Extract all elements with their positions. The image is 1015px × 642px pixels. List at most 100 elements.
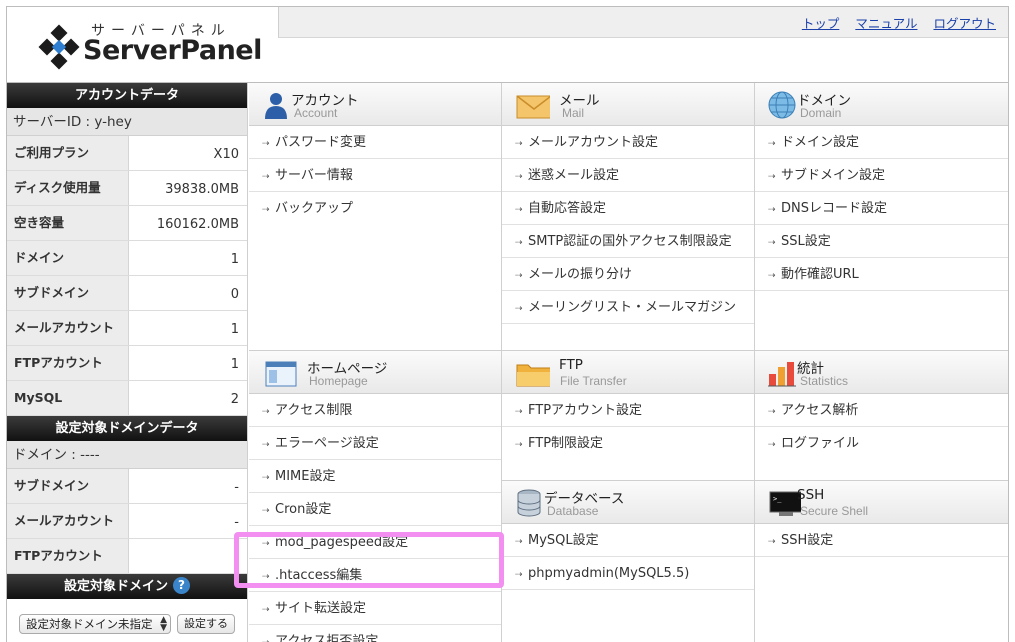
menu-item-label: サブドメイン設定 [781, 168, 886, 183]
arrow-icon: ⇢ [515, 304, 523, 314]
menu-item-label: SMTP認証の国外アクセス制限設定 [528, 234, 732, 249]
section-title: SSH [797, 487, 825, 503]
menu-item-auto-reply[interactable]: ⇢ 自動応答設定 [502, 192, 754, 225]
menu-item-label: バックアップ [275, 201, 354, 216]
arrow-icon: ⇢ [768, 139, 776, 149]
arrow-icon: ⇢ [262, 407, 270, 417]
arrow-icon: ⇢ [768, 172, 776, 182]
row-value: - [234, 550, 239, 565]
target-domain-header: 設定対象ドメイン? [7, 574, 247, 599]
menu-item-mail-account[interactable]: ⇢ メールアカウント設定 [502, 126, 754, 159]
row-label: サブドメイン [7, 276, 129, 310]
arrow-icon: ⇢ [515, 139, 523, 149]
globe-icon [768, 91, 796, 119]
menu-item-ftp-restriction[interactable]: ⇢ FTP制限設定 [502, 427, 754, 460]
menu-item-backup[interactable]: ⇢ バックアップ [249, 192, 501, 225]
window-icon [265, 361, 297, 387]
section-domain-header: ドメイン Domain [755, 83, 1008, 126]
arrow-icon: ⇢ [768, 205, 776, 215]
menu-item-subdomain-settings[interactable]: ⇢ サブドメイン設定 [755, 159, 1008, 192]
section-subtitle: Secure Shell [800, 504, 869, 518]
logo-brand: ServerPanel [83, 35, 262, 66]
row-label: メールアカウント [7, 311, 129, 345]
menu-item-domain-settings[interactable]: ⇢ ドメイン設定 [755, 126, 1008, 159]
row-value: 2 [230, 392, 239, 407]
top-links: トップ マニュアル ログアウト [802, 13, 996, 32]
set-domain-button[interactable]: 設定する [177, 614, 235, 634]
menu-item-access-deny[interactable]: ⇢アクセス拒否設定 [249, 625, 501, 642]
menu-item-spam[interactable]: ⇢ 迷惑メール設定 [502, 159, 754, 192]
menu-item-label: アクセス制限 [275, 403, 353, 418]
section-subtitle: File Transfer [560, 374, 627, 388]
account-row-domain: ドメイン 1 [7, 241, 247, 276]
menu-item-server-info[interactable]: ⇢ サーバー情報 [249, 159, 501, 192]
menu-item-ftp-account[interactable]: ⇢ FTPアカウント設定 [502, 394, 754, 427]
menu-item-label: アクセス拒否設定 [275, 634, 379, 642]
database-icon [517, 489, 541, 517]
section-subtitle: Account [294, 106, 338, 120]
menu-item-phpmyadmin[interactable]: ⇢ phpmyadmin(MySQL5.5) [502, 557, 754, 590]
top-link-home[interactable]: トップ [802, 13, 840, 32]
row-label: ドメイン [7, 241, 129, 275]
arrow-icon: ⇢ [768, 238, 776, 248]
section-homepage: ホームページ Homepage ⇢ アクセス制限 ⇢ エラーページ設定 ⇢ MIME設… [249, 350, 502, 642]
menu-item-label: SSH設定 [781, 533, 834, 548]
menu-item-ssh-settings[interactable]: ⇢ SSH設定 [755, 524, 1008, 557]
row-value: - [234, 515, 239, 530]
menu-item-label: 自動応答設定 [528, 201, 607, 216]
menu-item-log-file[interactable]: ⇢ ログファイル [755, 427, 1008, 460]
menu-item-mysql-settings[interactable]: ⇢ MySQL設定 [502, 524, 754, 557]
arrow-icon: ⇢ [515, 172, 523, 182]
menu-item-mail-filter[interactable]: ⇢ メールの振り分け [502, 258, 754, 291]
menu-item-test-url[interactable]: ⇢ 動作確認URL [755, 258, 1008, 291]
target-domain-title: 設定対象ドメイン [63, 579, 168, 594]
menu-item-password-change[interactable]: ⇢ パスワード変更 [249, 126, 501, 159]
menu-item-ssl[interactable]: ⇢ SSL設定 [755, 225, 1008, 258]
section-database: データベース Database ⇢ MySQL設定 ⇢ phpmyadmin(MyS… [502, 480, 755, 642]
menu-item-site-redirect[interactable]: ⇢ サイト転送設定 [249, 592, 501, 625]
target-domain-select[interactable]: 設定対象ドメイン未指定 ▲ ▼ [19, 614, 171, 634]
arrow-icon: ⇢ [768, 407, 776, 417]
row-value: X10 [213, 147, 239, 162]
menu-item-label: ログファイル [781, 436, 860, 451]
menu-item-smtp-restriction[interactable]: ⇢ SMTP認証の国外アクセス制限設定 [502, 225, 754, 258]
section-subtitle: Homepage [309, 374, 368, 388]
menu-item-label: ドメイン設定 [781, 135, 860, 150]
arrow-icon: ⇢ [515, 407, 523, 417]
menu-item-access-analysis[interactable]: ⇢ アクセス解析 [755, 394, 1008, 427]
top-link-manual[interactable]: マニュアル [855, 13, 917, 32]
menu-item-mime[interactable]: ⇢ MIME設定 [249, 460, 501, 493]
row-label: ディスク使用量 [7, 171, 129, 205]
row-label: サブドメイン [7, 469, 129, 503]
row-value: 1 [230, 252, 239, 267]
server-panel-window: サーバーパネル ServerPanel トップ マニュアル ログアウト アカウン… [6, 6, 1009, 642]
arrow-icon: ⇢ [262, 172, 270, 182]
arrow-icon: ⇢ [262, 627, 272, 642]
arrow-icon: ⇢ [515, 205, 523, 215]
menu-item-error-page[interactable]: ⇢ エラーページ設定 [249, 427, 501, 460]
menu-item-mailing-list[interactable]: ⇢ メーリングリスト・メールマガジン [502, 291, 754, 324]
arrow-icon: ⇢ [768, 440, 776, 450]
htaccess-highlight-box [234, 532, 504, 588]
menu-item-label: MySQL設定 [528, 533, 599, 548]
row-label: ご利用プラン [7, 136, 129, 170]
menu-item-label: FTPアカウント設定 [528, 403, 643, 418]
menu-item-cron[interactable]: ⇢ Cron設定 [249, 493, 501, 526]
arrow-icon: ⇢ [515, 440, 523, 450]
row-label: MySQL [7, 381, 129, 415]
menu-item-dns-record[interactable]: ⇢ DNSレコード設定 [755, 192, 1008, 225]
folder-icon [516, 364, 550, 387]
menu-item-label: エラーページ設定 [275, 436, 379, 451]
section-mail: メール Mail ⇢ メールアカウント設定 ⇢ 迷惑メール設定 ⇢ 自動応答設定 ⇢ S… [502, 83, 755, 350]
section-title: FTP [559, 357, 583, 373]
row-label: FTPアカウント [7, 539, 129, 573]
logo[interactable]: サーバーパネル ServerPanel [7, 7, 278, 82]
menu-item-label: パスワード変更 [275, 135, 367, 150]
menu-item-access-restriction[interactable]: ⇢ アクセス制限 [249, 394, 501, 427]
top-link-logout[interactable]: ログアウト [933, 13, 996, 32]
account-row-disk-usage: ディスク使用量 39838.0MB [7, 171, 247, 206]
help-icon[interactable]: ? [173, 577, 190, 594]
row-label: FTPアカウント [7, 346, 129, 380]
section-ftp: FTP File Transfer ⇢ FTPアカウント設定 ⇢ FTP制限設定 [502, 350, 755, 480]
menu-item-label: サイト転送設定 [275, 601, 367, 616]
